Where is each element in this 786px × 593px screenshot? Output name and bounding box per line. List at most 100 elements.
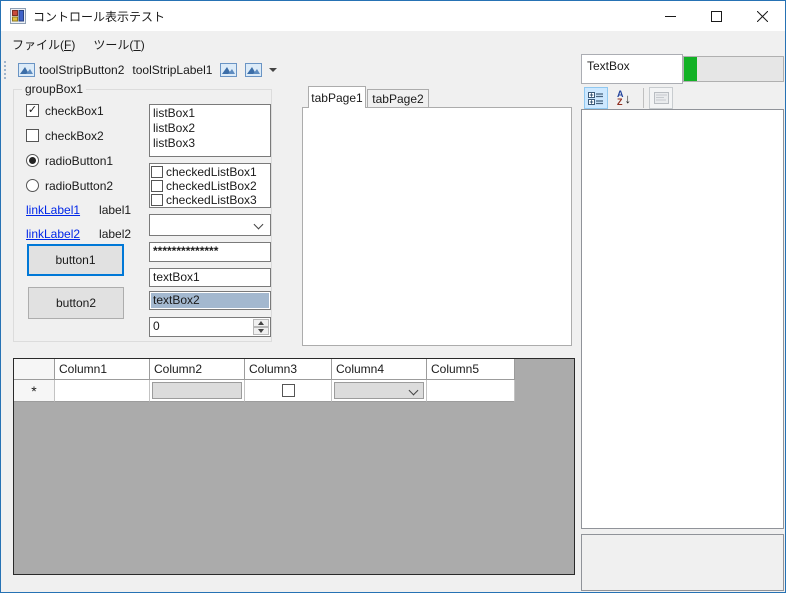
menu-access-key: T <box>133 37 141 52</box>
az-sort-icon: A Z <box>617 89 624 107</box>
column-header[interactable]: Column1 <box>55 359 150 380</box>
right-progress-bar-fill <box>684 57 697 81</box>
toolbar-separator <box>643 88 644 108</box>
list-box1[interactable]: listBox1 listBox2 listBox3 <box>149 104 271 157</box>
spinner <box>253 319 269 335</box>
tab-page1[interactable]: tabPage1 <box>308 86 366 108</box>
checked-list-box1[interactable]: checkedListBox1 checkedListBox2 checkedLis… <box>149 163 271 208</box>
numeric-up-down[interactable]: 0 <box>149 317 271 337</box>
maximize-button[interactable] <box>693 1 739 31</box>
toolstrip-grip[interactable] <box>4 61 9 79</box>
toolstrip-label1: toolStripLabel1 <box>132 63 213 77</box>
checked-list-box-label: checkedListBox2 <box>166 179 257 193</box>
checked-list-box-item[interactable]: checkedListBox3 <box>151 193 270 207</box>
link-row-1: linkLabel1 label1 <box>14 198 154 222</box>
grid-cell-text[interactable] <box>427 380 515 402</box>
checkbox-icon <box>26 129 39 142</box>
grid-cell-button[interactable] <box>150 380 245 402</box>
group-box1-title: groupBox1 <box>22 82 87 96</box>
password-field[interactable]: ************** <box>149 242 271 262</box>
right-progress-bar <box>683 56 784 82</box>
grid-cell-combo[interactable] <box>332 380 427 402</box>
property-grid-list[interactable] <box>581 109 784 529</box>
menu-item-text: ファイル( <box>12 37 64 52</box>
radio-label: radioButton2 <box>45 178 114 193</box>
property-pages-icon <box>653 92 669 104</box>
menu-item-2[interactable]: ツール(T) <box>84 36 153 53</box>
text-box2-selection: textBox2 <box>151 293 269 308</box>
link-row-2: linkLabel2 label2 <box>14 222 154 246</box>
toolstrip: toolStripButton2 toolStripLabel1 <box>1 57 582 83</box>
label-1: label1 <box>99 203 132 217</box>
list-box-item[interactable]: listBox3 <box>153 136 270 151</box>
toolstrip-split-button[interactable] <box>241 60 281 80</box>
link-label-2[interactable]: linkLabel2 <box>26 227 80 241</box>
grid-data-row: * <box>14 380 574 402</box>
chevron-down-icon <box>253 219 264 230</box>
arrow-down-icon: ↓ <box>624 90 632 106</box>
list-box-item[interactable]: listBox2 <box>153 121 270 136</box>
column-header[interactable]: Column4 <box>332 359 427 380</box>
checkbox-row-1[interactable]: ✓ checkBox1 <box>14 98 154 123</box>
image-icon <box>220 63 238 77</box>
close-button[interactable] <box>739 1 785 31</box>
menu-item-text: ツール( <box>93 37 134 52</box>
checkbox-icon <box>151 194 163 206</box>
app-icon <box>10 8 26 24</box>
menu-item-1[interactable]: ファイル(F) <box>3 36 84 53</box>
column-header[interactable]: Column5 <box>427 359 515 380</box>
right-text-box[interactable]: TextBox <box>581 54 683 84</box>
grid-row-header: * <box>14 380 55 402</box>
grid-button-cell[interactable] <box>152 382 242 399</box>
text-box2[interactable]: textBox2 <box>149 291 271 310</box>
radio-row-1[interactable]: radioButton1 <box>14 148 154 173</box>
minimize-button[interactable] <box>647 1 693 31</box>
label-2: label2 <box>99 227 132 241</box>
app-window: コントロール表示テスト ファイル(F) ツール(T) toolStripButto… <box>0 0 786 593</box>
arrow-down-icon <box>258 329 264 333</box>
checked-list-box-item[interactable]: checkedListBox2 <box>151 179 270 193</box>
image-icon <box>245 63 263 77</box>
chevron-down-icon <box>269 68 278 72</box>
column-header[interactable]: Column3 <box>245 359 332 380</box>
property-grid-categorized-button[interactable] <box>584 87 608 109</box>
group-box1-rows: ✓ checkBox1 checkBox2 radioButton1 radioButt… <box>14 98 154 246</box>
title-bar: コントロール表示テスト <box>1 1 785 31</box>
menu-item-text: ) <box>140 37 145 52</box>
button2[interactable]: button2 <box>28 287 124 319</box>
link-label-1[interactable]: linkLabel1 <box>26 203 80 217</box>
property-pages-button <box>649 87 673 109</box>
radio-label: radioButton1 <box>45 153 114 168</box>
combo-box1[interactable] <box>149 214 271 236</box>
list-box-item[interactable]: listBox1 <box>153 106 270 121</box>
menu-item-text: ) <box>71 37 76 52</box>
window-title: コントロール表示テスト <box>33 9 166 24</box>
radio-icon <box>26 154 39 167</box>
toolstrip-button-image-1[interactable] <box>216 60 241 80</box>
categorized-icon <box>588 91 603 105</box>
minimize-icon <box>664 15 676 17</box>
checkbox-row-2[interactable]: checkBox2 <box>14 123 154 148</box>
checked-list-box-label: checkedListBox1 <box>166 165 257 179</box>
spin-up-button[interactable] <box>253 319 269 327</box>
checked-list-box-item[interactable]: checkedListBox1 <box>151 165 270 179</box>
grid-header-row: Column1 Column2 Column3 Column4 Column5 <box>14 359 574 380</box>
property-grid-description <box>581 534 784 591</box>
grid-checkbox-cell[interactable] <box>281 384 295 397</box>
grid-combo-cell[interactable] <box>334 382 424 399</box>
radio-row-2[interactable]: radioButton2 <box>14 173 154 198</box>
data-grid-view: Column1 Column2 Column3 Column4 Column5 * <box>13 358 575 575</box>
grid-cell-text[interactable] <box>55 380 150 402</box>
toolstrip-button2[interactable]: toolStripButton2 <box>14 60 128 80</box>
checked-list-box-label: checkedListBox3 <box>166 193 257 207</box>
tab-page2[interactable]: tabPage2 <box>367 89 429 108</box>
radio-icon <box>26 179 39 192</box>
grid-cell-checkbox[interactable] <box>245 380 332 402</box>
column-header[interactable]: Column2 <box>150 359 245 380</box>
numeric-up-down-value: 0 <box>153 319 160 333</box>
checkbox-label: checkBox2 <box>45 128 104 143</box>
spin-down-button[interactable] <box>253 327 269 335</box>
text-box1[interactable]: textBox1 <box>149 268 271 287</box>
property-grid-alphabetical-button[interactable]: A Z ↓ <box>610 87 638 109</box>
button1[interactable]: button1 <box>27 244 124 276</box>
